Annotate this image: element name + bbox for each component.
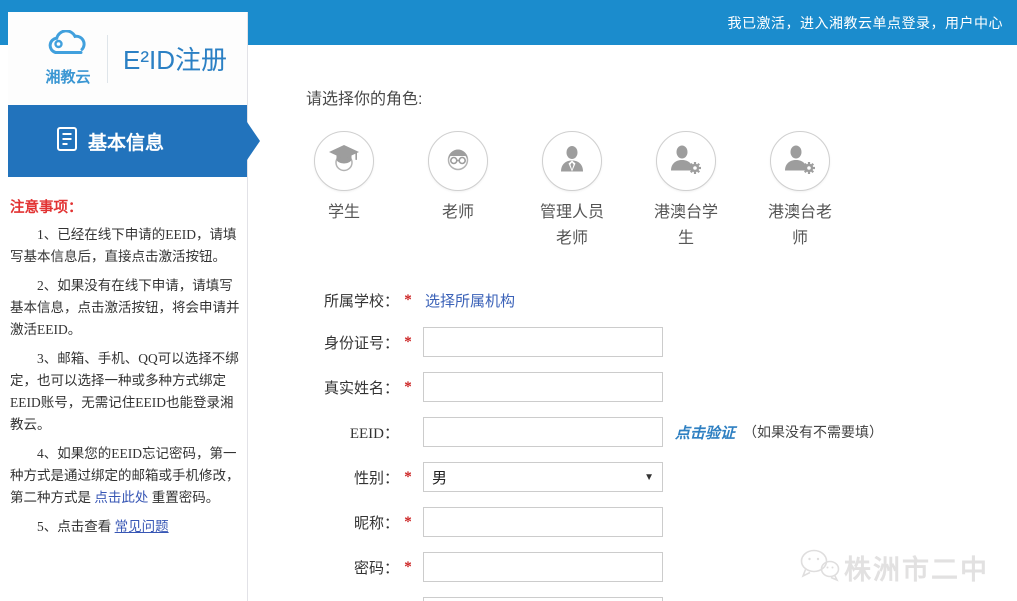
brand-header: 湘教云 E²ID注册 [8, 12, 247, 105]
graduate-icon [326, 141, 362, 182]
required-mark: * [399, 559, 417, 576]
role-teacher-label: 老师 [422, 200, 494, 226]
document-icon [56, 126, 78, 157]
role-hmt-teacher[interactable]: 港澳台老师 [750, 131, 850, 252]
password-input[interactable] [423, 552, 663, 582]
verify-eeid-link[interactable]: 点击验证 [675, 422, 735, 443]
gender-selected-value: 男 [432, 467, 447, 488]
role-hmt-teacher-circle [770, 131, 830, 191]
idcard-input[interactable] [423, 327, 663, 357]
page-title: E²ID注册 [123, 40, 227, 77]
cloud-logo-icon [44, 30, 92, 65]
realname-row: 真实姓名： * [249, 372, 1017, 402]
sidebar: 湘教云 E²ID注册 基本信息 注意事项： 1、已经在线下申请的EEID，请填写… [8, 12, 248, 601]
note-item-4: 4、如果您的EEID忘记密码，第一种方式是通过绑定的邮箱或手机修改，第二种方式是… [10, 443, 244, 509]
required-mark: * [399, 334, 417, 351]
role-hmt-student-label: 港澳台学生 [650, 200, 722, 252]
note-item-5: 5、点击查看 常见问题 [10, 516, 244, 538]
role-hmt-student[interactable]: 港澳台学生 [636, 131, 736, 252]
brand-logo-block: 湘教云 [44, 30, 92, 87]
notes-title: 注意事项： [10, 197, 244, 219]
chevron-down-icon: ▼ [644, 472, 654, 483]
sidebar-item-label: 基本信息 [88, 128, 164, 155]
role-student-circle [314, 131, 374, 191]
eeid-row: EEID： 点击验证 （如果没有不需要填） [249, 417, 1017, 447]
role-teacher[interactable]: 老师 [408, 131, 508, 252]
required-mark: * [399, 379, 417, 396]
role-admin-label: 管理人员老师 [536, 200, 608, 252]
brand-divider [107, 35, 108, 83]
nickname-label: 昵称： [249, 512, 399, 533]
nickname-row: 昵称： * [249, 507, 1017, 537]
school-label: 所属学校： [249, 290, 399, 311]
nickname-input[interactable] [423, 507, 663, 537]
faq-link[interactable]: 常见问题 [115, 519, 169, 534]
gender-row: 性别： * 男 ▼ [249, 462, 1017, 492]
role-student-label: 学生 [308, 200, 380, 226]
role-selector: 学生 老师 [294, 131, 1017, 252]
role-admin-teacher[interactable]: 管理人员老师 [522, 131, 622, 252]
role-prompt: 请选择你的角色: [306, 85, 1017, 109]
required-mark: * [399, 514, 417, 531]
note-4-text-after: 重置密码。 [148, 490, 219, 505]
realname-input[interactable] [423, 372, 663, 402]
teacher-glasses-icon [441, 142, 475, 181]
required-mark: * [399, 292, 417, 309]
password-row: 密码： * [249, 552, 1017, 582]
reset-password-link[interactable]: 点击此处 [94, 490, 148, 505]
school-row: 所属学校： * 选择所属机构 [249, 290, 1017, 311]
registration-page: 我已激活，进入湘教云单点登录，用户中心 湘教云 E²ID注册 [0, 0, 1017, 601]
required-mark: * [399, 469, 417, 486]
person-gear-icon [782, 142, 818, 181]
next-field-row [249, 597, 1017, 601]
note-item-2: 2、如果没有在线下申请，请填写基本信息，点击激活按钮，将会申请并激活EEID。 [10, 275, 244, 341]
role-admin-circle [542, 131, 602, 191]
main-content: 请选择你的角色: 学生 [249, 45, 1017, 601]
idcard-label: 身份证号： [249, 332, 399, 353]
password-label: 密码： [249, 557, 399, 578]
role-hmt-teacher-label: 港澳台老师 [764, 200, 836, 252]
note-item-1: 1、已经在线下申请的EEID，请填写基本信息后，直接点击激活按钮。 [10, 224, 244, 268]
idcard-row: 身份证号： * [249, 327, 1017, 357]
sidebar-item-basic-info[interactable]: 基本信息 [8, 105, 247, 177]
role-student[interactable]: 学生 [294, 131, 394, 252]
brand-name: 湘教云 [45, 66, 90, 87]
registration-form: 所属学校： * 选择所属机构 身份证号： * 真实姓名： * EEID： 点击验… [249, 290, 1017, 601]
eeid-input[interactable] [423, 417, 663, 447]
note-5-text: 5、点击查看 [37, 519, 115, 534]
eeid-optional-note: （如果没有不需要填） [743, 422, 883, 442]
admin-person-icon [555, 142, 589, 181]
role-hmt-student-circle [656, 131, 716, 191]
topbar-activated-links[interactable]: 我已激活，进入湘教云单点登录，用户中心 [728, 13, 1004, 33]
gender-select[interactable]: 男 ▼ [423, 462, 663, 492]
gender-label: 性别： [249, 467, 399, 488]
choose-school-link[interactable]: 选择所属机构 [425, 290, 515, 311]
eeid-label: EEID： [249, 422, 399, 443]
note-item-3: 3、邮箱、手机、QQ可以选择不绑定，也可以选择一种或多种方式绑定EEID账号，无… [10, 348, 244, 436]
notes-panel: 注意事项： 1、已经在线下申请的EEID，请填写基本信息后，直接点击激活按钮。 … [8, 177, 247, 538]
role-teacher-circle [428, 131, 488, 191]
person-gear-icon [668, 142, 704, 181]
realname-label: 真实姓名： [249, 377, 399, 398]
next-field-input[interactable] [423, 597, 663, 601]
